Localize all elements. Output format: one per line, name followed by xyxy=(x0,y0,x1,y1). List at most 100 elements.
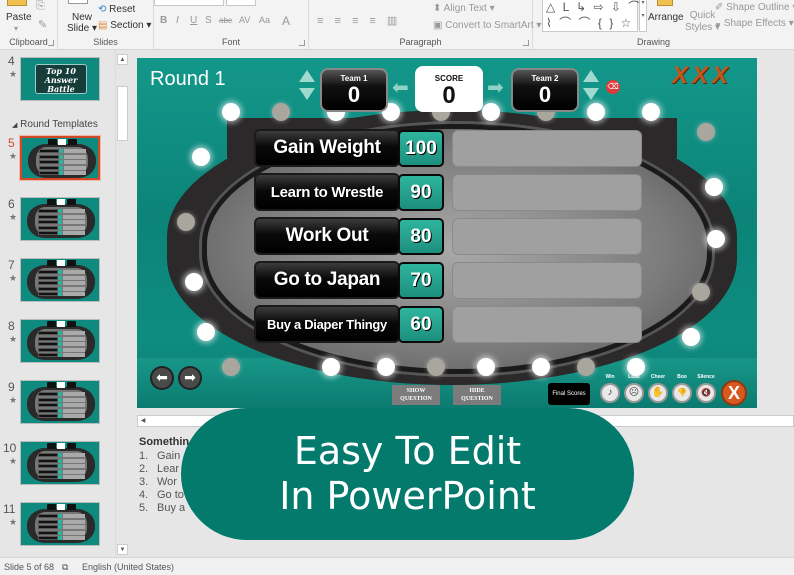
award-left-arrow-icon[interactable]: ⬅ xyxy=(392,78,409,98)
underline-button[interactable]: U xyxy=(190,15,197,26)
team2-down-arrow-icon[interactable] xyxy=(583,88,599,100)
hidden-answer-slot[interactable] xyxy=(452,174,642,211)
copy-icon[interactable]: ⎘ xyxy=(36,0,45,13)
chevron-down-icon[interactable]: ▾ xyxy=(14,24,18,33)
animation-star-icon: ★ xyxy=(9,151,18,161)
strikethrough-button[interactable]: abc xyxy=(219,16,232,25)
shapes-gallery[interactable]: △ L ↳ ⇨ ⇩ ⌒ ⌇ ⌒ ⌒ { } ☆ xyxy=(542,0,640,32)
previous-slide-button[interactable]: ⬅ xyxy=(150,366,174,390)
new-slide-button[interactable]: New Slide ▾ xyxy=(67,12,97,34)
align-icons[interactable]: ≡ ≡ ≡ ≡ ▥ xyxy=(317,14,401,27)
slide-thumbnail-7[interactable] xyxy=(20,258,100,302)
win-sound-button[interactable]: ♪ xyxy=(600,383,620,403)
convert-smartart-button[interactable]: ▣ Convert to SmartArt ▾ xyxy=(433,20,541,31)
hide-question-button[interactable]: HIDE QUESTION xyxy=(453,385,501,405)
scroll-thumb[interactable] xyxy=(117,86,128,141)
dialog-launcher-icon[interactable] xyxy=(523,40,529,46)
slide-thumbnail-9[interactable] xyxy=(20,380,100,424)
spell-check-icon[interactable]: ⧉ xyxy=(62,562,68,573)
thumb-points xyxy=(58,347,62,352)
thumb-answer xyxy=(38,292,58,296)
lose-sound-button[interactable]: ☹ xyxy=(624,383,644,403)
boo-sound-button[interactable]: 👎 xyxy=(672,383,692,403)
font-size-input[interactable] xyxy=(226,0,256,6)
slide-thumbnail-5[interactable] xyxy=(19,135,101,181)
language[interactable]: English (United States) xyxy=(82,562,174,572)
answer-points[interactable]: 80 xyxy=(398,218,444,255)
shape-outline-label: Shape Outline xyxy=(726,2,790,13)
font-color-button[interactable]: A xyxy=(282,14,290,28)
shapes-row-2: ⌇ ⌒ ⌒ { } ☆ xyxy=(546,16,634,30)
slide-thumbnail-4[interactable]: Top 10 Answer Battle xyxy=(20,57,100,101)
team1-down-arrow-icon[interactable] xyxy=(299,88,315,100)
slide-thumbnail-11[interactable] xyxy=(20,502,100,546)
bold-button[interactable]: B xyxy=(160,15,167,26)
thumbnail-scrollbar[interactable]: ▲ ▼ xyxy=(115,51,128,557)
shapes-scroll[interactable]: ▾ ▾ xyxy=(639,0,647,32)
cheer-sound-button[interactable]: ✋ xyxy=(648,383,668,403)
award-right-arrow-icon[interactable]: ➡ xyxy=(487,78,504,98)
section-header[interactable]: ◢ Round Templates xyxy=(12,119,98,130)
slide-thumbnail-6[interactable] xyxy=(20,197,100,241)
hidden-answer-slot[interactable] xyxy=(452,306,642,343)
hidden-answer-slot[interactable] xyxy=(452,130,642,167)
reset-button[interactable]: ⟲ Reset xyxy=(98,4,135,15)
answer-row[interactable]: Work Out 80 xyxy=(252,216,642,256)
format-painter-icon[interactable]: ✎ xyxy=(38,18,47,31)
scroll-up-icon[interactable]: ▲ xyxy=(117,54,128,65)
shape-effects-button[interactable]: ◒ Shape Effects ▾ xyxy=(715,18,794,29)
change-case-button[interactable]: Aa xyxy=(259,15,270,25)
paste-button[interactable]: Paste xyxy=(6,12,32,23)
slide-count[interactable]: Slide 5 of 68 xyxy=(4,562,54,572)
hidden-answer-slot[interactable] xyxy=(452,218,642,255)
align-text-button[interactable]: ⬍ Align Text ▾ xyxy=(433,3,495,14)
dialog-launcher-icon[interactable] xyxy=(299,40,305,46)
answer-points[interactable]: 100 xyxy=(398,130,444,167)
reset-icon: ⟲ xyxy=(98,4,107,15)
scroll-down-icon[interactable]: ▼ xyxy=(117,544,128,555)
thumb-slot xyxy=(64,165,86,170)
note-text: Lear xyxy=(157,463,180,475)
strikes-indicator[interactable]: XXX xyxy=(672,62,732,90)
scroll-left-icon[interactable]: ◀ xyxy=(138,416,148,426)
shape-outline-button[interactable]: ✐ Shape Outline ▾ xyxy=(715,2,794,13)
char-spacing-button[interactable]: AV xyxy=(239,15,250,25)
italic-button[interactable]: I xyxy=(176,15,179,26)
answer-row[interactable]: Buy a Diaper Thingy 60 xyxy=(252,304,642,344)
thumb-team2 xyxy=(67,260,76,266)
answer-text[interactable]: Go to Japan xyxy=(254,261,400,299)
note-item: 3. Wor xyxy=(139,476,177,488)
slide-canvas[interactable]: Round 1 XXX Team 1 0 ⬅ SCORE 0 ➡ Team 2 … xyxy=(137,58,757,408)
answer-row[interactable]: Gain Weight 100 xyxy=(252,128,642,168)
answer-text[interactable]: Learn to Wrestle xyxy=(254,173,400,211)
silence-sound-button[interactable]: 🔇 xyxy=(696,383,716,403)
answer-text[interactable]: Gain Weight xyxy=(254,129,400,167)
answer-row[interactable]: Learn to Wrestle 90 xyxy=(252,172,642,212)
team1-up-arrow-icon[interactable] xyxy=(299,70,315,82)
arrange-button[interactable]: Arrange xyxy=(648,12,684,23)
font-name-input[interactable] xyxy=(154,0,224,6)
answer-points[interactable]: 90 xyxy=(398,174,444,211)
answer-row[interactable]: Go to Japan 70 xyxy=(252,260,642,300)
drawing-group: △ L ↳ ⇨ ⇩ ⌒ ⌇ ⌒ ⌒ { } ☆ ▾ ▾ Arrange Quick… xyxy=(533,0,794,50)
answer-text[interactable]: Work Out xyxy=(254,217,400,255)
next-slide-button[interactable]: ➡ xyxy=(178,366,202,390)
slide-thumbnail-8[interactable] xyxy=(20,319,100,363)
eraser-reset-icon[interactable]: ⌫ xyxy=(606,80,620,94)
slide-thumbnail-10[interactable] xyxy=(20,441,100,485)
dialog-launcher-icon[interactable] xyxy=(48,40,54,46)
thumb-slot xyxy=(63,292,85,296)
section-button[interactable]: ▤ Section ▾ xyxy=(98,20,151,31)
slides-label: Slides xyxy=(93,37,118,47)
final-scores-button[interactable]: Final Scores xyxy=(548,383,590,405)
thumbs-down-icon: 👎 xyxy=(677,388,687,397)
thumb-points xyxy=(59,165,63,170)
team2-up-arrow-icon[interactable] xyxy=(583,70,599,82)
answer-points[interactable]: 60 xyxy=(398,306,444,343)
text-shadow-button[interactable]: S xyxy=(205,15,212,26)
show-question-button[interactable]: SHOW QUESTION xyxy=(392,385,440,405)
answer-points[interactable]: 70 xyxy=(398,262,444,299)
answer-text[interactable]: Buy a Diaper Thingy xyxy=(254,305,400,343)
close-game-button[interactable]: X xyxy=(721,380,747,406)
hidden-answer-slot[interactable] xyxy=(452,262,642,299)
